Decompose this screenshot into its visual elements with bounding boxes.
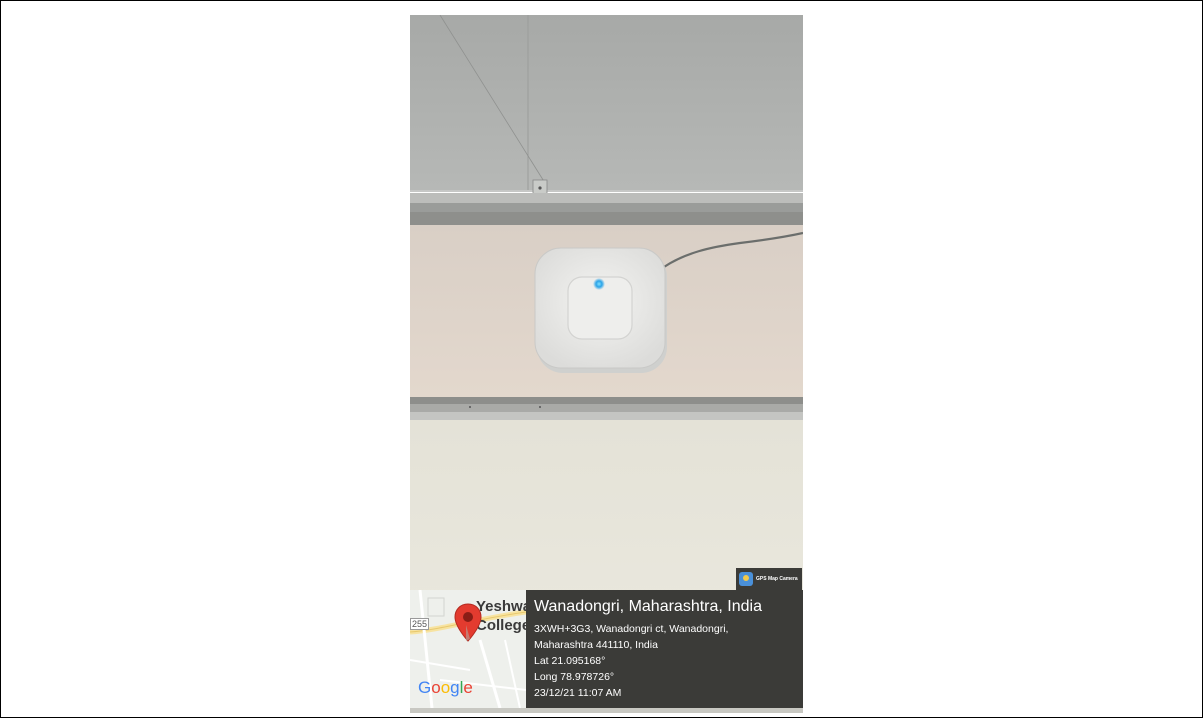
bottom-strip: [410, 708, 803, 713]
google-logo-letter: e: [463, 678, 473, 697]
image-frame: GPS Map Camera 255 Yeshwa College Google…: [0, 0, 1203, 718]
address-line-2: Maharashtra 441110, India: [534, 639, 658, 651]
photo: GPS Map Camera 255 Yeshwa College Google…: [410, 15, 803, 713]
ceiling: [410, 15, 803, 190]
gps-map-camera-icon: [739, 572, 753, 586]
road-number: 255: [410, 618, 430, 630]
map-label-yeshwa: Yeshwa: [476, 598, 526, 615]
latitude: Lat 21.095168°: [534, 655, 606, 667]
timestamp: 23/12/21 11:07 AM: [534, 687, 622, 699]
gps-stamp: 255 Yeshwa College Google Wanadongri, Ma…: [410, 590, 803, 708]
status-led: [593, 278, 605, 290]
map-pin-icon: [454, 603, 482, 642]
longitude: Long 78.978726°: [534, 671, 615, 683]
google-logo-letter: o: [440, 678, 451, 697]
google-logo: Google: [418, 678, 473, 698]
address-line-1: 3XWH+3G3, Wanadongri ct, Wanadongri,: [534, 623, 729, 635]
google-logo-letter: o: [431, 678, 441, 697]
map-label-college: College: [476, 617, 526, 634]
google-logo-letter: g: [450, 678, 460, 697]
location-info: Wanadongri, Maharashtra, India 3XWH+3G3,…: [526, 590, 803, 708]
gps-map-camera-badge: GPS Map Camera: [736, 568, 802, 590]
google-logo-letter: G: [418, 678, 432, 697]
place-name: Wanadongri, Maharashtra, India: [534, 598, 762, 615]
app-name: GPS Map Camera: [756, 576, 798, 582]
mini-map: 255 Yeshwa College Google: [410, 590, 526, 708]
